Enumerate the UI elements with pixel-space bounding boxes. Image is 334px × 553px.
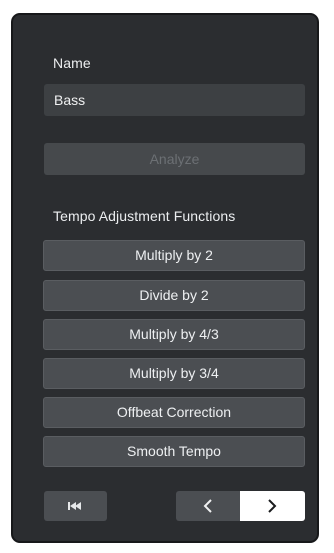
next-button[interactable] — [240, 491, 305, 521]
multiply-by-2-button[interactable]: Multiply by 2 — [43, 240, 305, 271]
tempo-adjustment-functions-label: Tempo Adjustment Functions — [53, 208, 236, 224]
name-field[interactable]: Bass — [44, 84, 305, 116]
previous-button[interactable] — [176, 491, 240, 521]
skip-to-start-icon — [68, 502, 81, 510]
multiply-by-4-3-button[interactable]: Multiply by 4/3 — [43, 319, 305, 350]
divide-by-2-button[interactable]: Divide by 2 — [43, 280, 305, 311]
analyze-button[interactable]: Analyze — [44, 143, 305, 175]
chevron-right-icon — [268, 499, 277, 513]
window-background: Name Bass Analyze Tempo Adjustment Funct… — [0, 0, 334, 553]
name-label: Name — [53, 55, 91, 71]
offbeat-correction-button[interactable]: Offbeat Correction — [43, 397, 305, 428]
smooth-tempo-button[interactable]: Smooth Tempo — [43, 436, 305, 467]
multiply-by-3-4-button[interactable]: Multiply by 3/4 — [43, 358, 305, 389]
go-to-start-button[interactable] — [44, 491, 107, 521]
chevron-left-icon — [203, 499, 212, 513]
tempo-detection-panel: Name Bass Analyze Tempo Adjustment Funct… — [11, 13, 319, 543]
